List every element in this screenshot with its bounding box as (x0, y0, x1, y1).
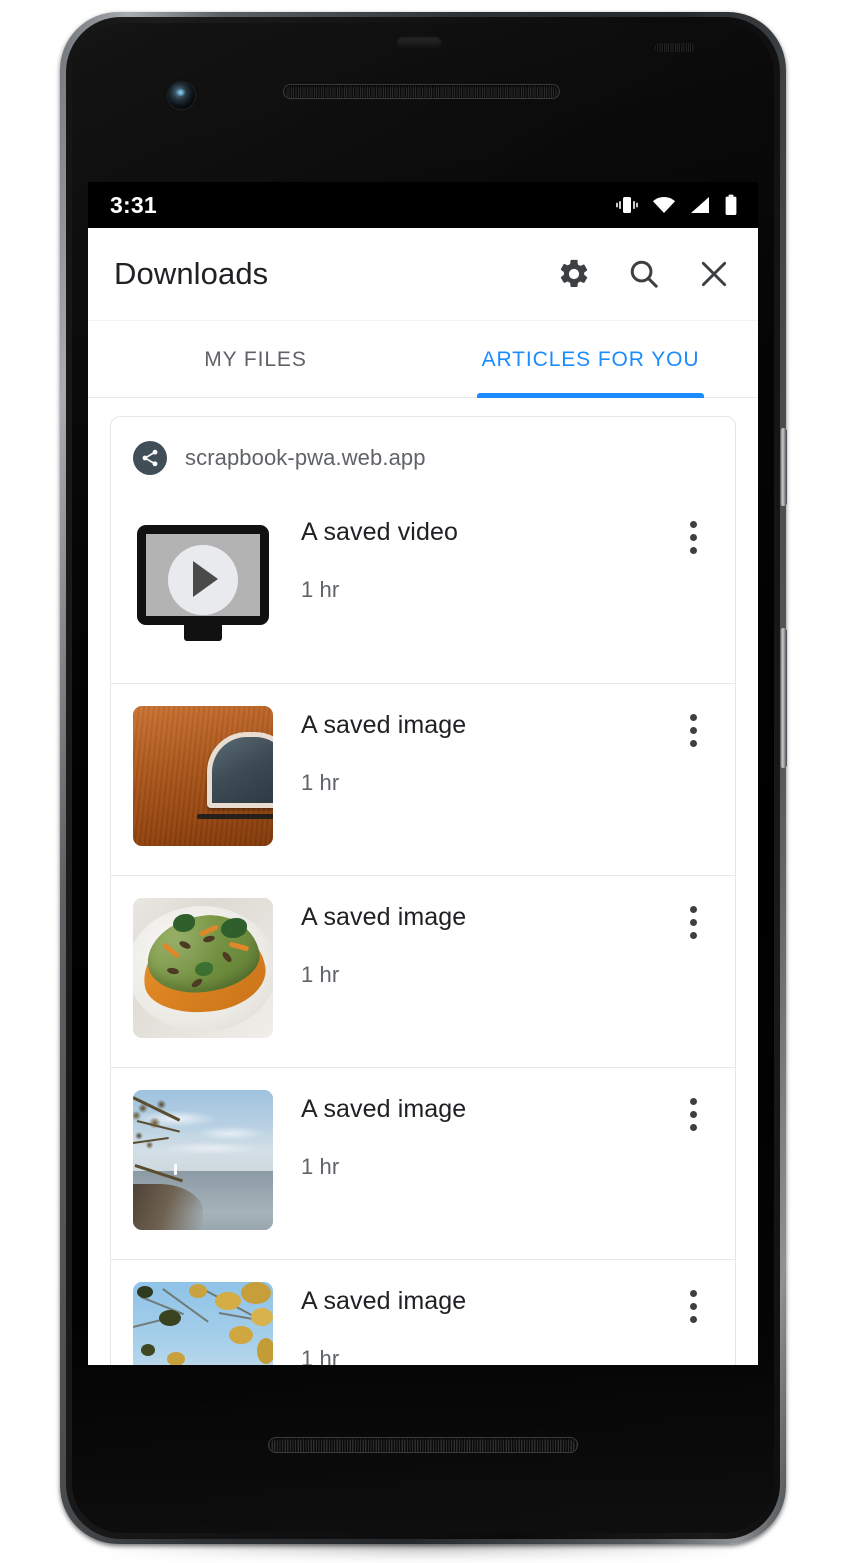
site-name: scrapbook-pwa.web.app (185, 445, 426, 470)
list-item-text: A saved image 1 hr (273, 1282, 671, 1365)
list-item-text: A saved image 1 hr (273, 706, 671, 796)
list-item[interactable]: A saved image 1 hr (111, 1259, 735, 1365)
site-header[interactable]: scrapbook-pwa.web.app (111, 417, 735, 491)
proximity-sensor (655, 43, 695, 52)
tab-articles-for-you[interactable]: ARTICLES FOR YOU (423, 321, 758, 398)
screenshot-stage: 3:31 Downloads MY FILES ARTICLES FOR YOU… (0, 0, 845, 1563)
list-item[interactable]: A saved video 1 hr (111, 491, 735, 683)
power-button[interactable] (780, 428, 787, 506)
downloads-list[interactable]: scrapbook-pwa.web.app A saved video 1 hr… (88, 398, 758, 1365)
list-item-text: A saved video 1 hr (273, 513, 671, 603)
search-icon (627, 257, 661, 291)
lake-shore-photo (133, 1090, 273, 1230)
vibrate-icon (615, 195, 639, 215)
tab-bar: MY FILES ARTICLES FOR YOU (88, 320, 758, 398)
earpiece-speaker-grille (283, 84, 560, 99)
list-item-title: A saved image (301, 711, 467, 739)
status-bar: 3:31 (88, 182, 758, 228)
phone-screen: 3:31 Downloads MY FILES ARTICLES FOR YOU… (88, 182, 758, 1365)
search-button[interactable] (620, 250, 668, 298)
page-title: Downloads (114, 256, 269, 291)
overflow-menu-icon[interactable] (671, 515, 715, 559)
close-button[interactable] (690, 250, 738, 298)
front-camera-icon (168, 82, 195, 109)
signal-icon (689, 195, 711, 215)
list-item-text: A saved image 1 hr (273, 898, 671, 988)
list-item-text: A saved image 1 hr (273, 1090, 671, 1180)
share-icon (133, 441, 167, 475)
video-placeholder-icon (133, 513, 273, 653)
site-card: scrapbook-pwa.web.app A saved video 1 hr… (110, 416, 736, 1365)
list-item-title: A saved image (301, 1095, 467, 1123)
list-item-time: 1 hr (301, 1153, 340, 1179)
status-bar-clock: 3:31 (110, 191, 157, 218)
list-item-time: 1 hr (301, 1345, 340, 1366)
toolbar-actions (550, 250, 738, 298)
overflow-menu-icon[interactable] (671, 1092, 715, 1136)
overflow-menu-icon[interactable] (671, 708, 715, 752)
gear-icon (557, 257, 591, 291)
bottom-speaker-grille (268, 1437, 578, 1453)
status-bar-icons (615, 194, 738, 216)
wifi-icon (652, 195, 676, 215)
settings-button[interactable] (550, 250, 598, 298)
list-item-time: 1 hr (301, 961, 340, 987)
battery-icon (724, 194, 738, 216)
avocado-toast-photo (133, 898, 273, 1038)
list-item-title: A saved image (301, 1287, 467, 1315)
close-icon (697, 257, 731, 291)
list-item[interactable]: A saved image 1 hr (111, 1067, 735, 1259)
tab-articles-for-you-label: ARTICLES FOR YOU (481, 347, 700, 371)
list-item-title: A saved video (301, 518, 458, 546)
overflow-menu-icon[interactable] (671, 900, 715, 944)
list-item[interactable]: A saved image 1 hr (111, 875, 735, 1067)
list-item-time: 1 hr (301, 769, 340, 795)
list-item[interactable]: A saved image 1 hr (111, 683, 735, 875)
city-autumn-photo (133, 1282, 273, 1365)
list-item-title: A saved image (301, 903, 467, 931)
tab-my-files[interactable]: MY FILES (88, 321, 423, 398)
orange-wall-photo (133, 706, 273, 846)
overflow-menu-icon[interactable] (671, 1284, 715, 1328)
app-toolbar: Downloads (88, 228, 758, 320)
top-speaker-slot (396, 36, 442, 49)
list-item-time: 1 hr (301, 576, 340, 602)
volume-button[interactable] (780, 628, 787, 768)
